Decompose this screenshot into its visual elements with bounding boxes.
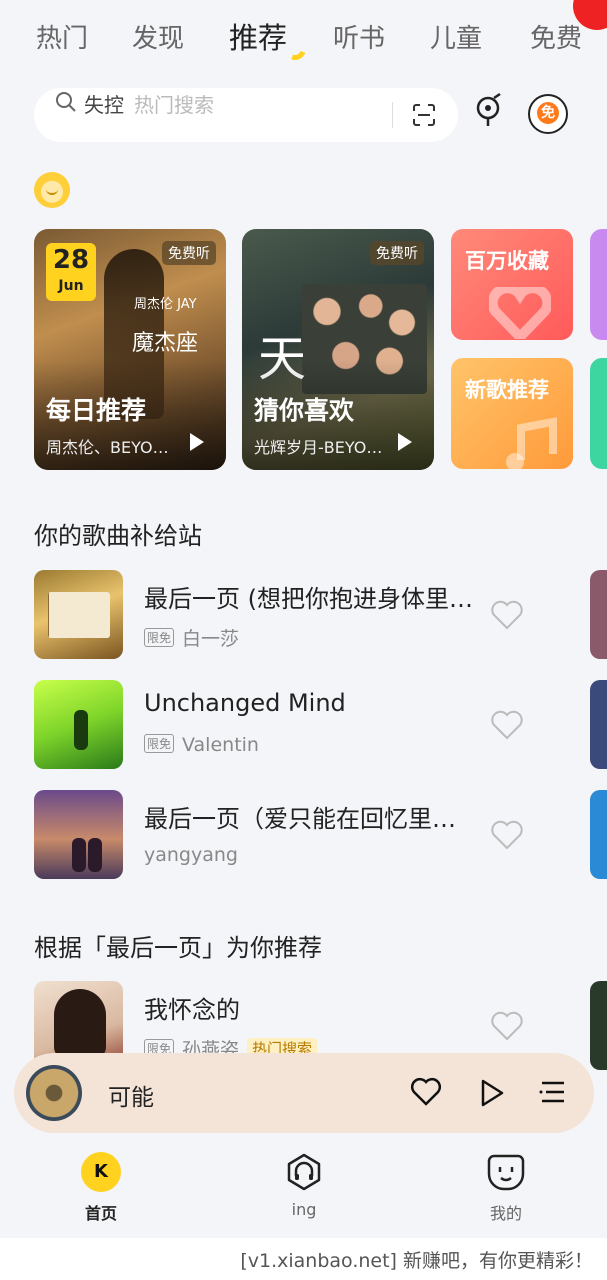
music-note-icon <box>506 417 557 469</box>
mini-card-label: 新歌推荐 <box>465 378 549 402</box>
next-column-peek <box>590 790 607 879</box>
section-title: 你的歌曲补给站 <box>34 522 202 550</box>
song-name: 最后一页（爱只能在回忆里完整） <box>144 805 474 833</box>
card-subtitle: 光辉岁月-BEYOND <box>254 438 384 457</box>
tab-hot[interactable]: 热门 <box>36 18 88 55</box>
search-placeholder: 热门搜索 <box>134 93 214 117</box>
tab-free[interactable]: 免费 <box>530 18 582 55</box>
tab-kids[interactable]: 儿童 <box>430 18 482 55</box>
like-heart-icon[interactable] <box>490 600 524 630</box>
section-title: 根据「最后一页」为你推荐 <box>34 934 322 962</box>
nav-label: 首页 <box>84 1204 117 1223</box>
voice-search-icon[interactable] <box>470 92 506 132</box>
playlist-icon[interactable] <box>538 1079 566 1105</box>
home-logo-icon <box>81 1152 121 1192</box>
search-icon <box>56 92 76 112</box>
tab-audiobook[interactable]: 听书 <box>333 18 385 55</box>
watermark-footer: [v1.xianbao.net] 新赚吧，有你更精彩！ <box>0 1238 607 1280</box>
song-row[interactable]: Unchanged Mind 限免 Valentin <box>34 680 607 770</box>
new-songs-card[interactable]: 新歌推荐 <box>451 358 573 469</box>
nav-home[interactable]: 首页 <box>61 1152 141 1224</box>
play-icon[interactable] <box>398 433 412 451</box>
profile-face-icon <box>487 1154 525 1191</box>
card-title: 猜你喜欢 <box>254 396 355 425</box>
like-heart-icon[interactable] <box>490 1011 524 1041</box>
free-mode-button[interactable]: 免 <box>528 94 568 134</box>
scan-icon[interactable] <box>412 103 436 127</box>
daily-recommend-card[interactable]: 28 Jun 周杰伦 JAY 魔杰座 免费听 每日推荐 周杰伦、BEYOND <box>34 229 226 470</box>
nav-ing[interactable]: ing <box>264 1152 344 1219</box>
guess-you-like-card[interactable]: 天 免费听 猜你喜欢 光辉岁月-BEYOND <box>242 229 434 470</box>
song-meta: 限免 白一莎 <box>144 624 239 651</box>
headphones-icon <box>287 1153 321 1191</box>
date-badge: 28 Jun <box>46 243 96 301</box>
like-heart-icon[interactable] <box>490 820 524 850</box>
song-row[interactable]: 最后一页（爱只能在回忆里完整） yangyang <box>34 790 607 880</box>
search-divider <box>392 102 393 128</box>
free-listen-tag: 免费听 <box>370 241 424 265</box>
like-heart-icon[interactable] <box>410 1077 442 1107</box>
song-cover <box>34 790 123 879</box>
date-month: Jun <box>58 278 84 294</box>
song-name: Unchanged Mind <box>144 689 346 717</box>
date-day: 28 <box>52 245 90 275</box>
song-artist: Valentin <box>182 734 259 756</box>
tab-recommend[interactable]: 推荐 <box>229 15 287 57</box>
limited-free-badge: 限免 <box>144 628 175 647</box>
free-mode-label: 免 <box>537 102 559 124</box>
song-name: 最后一页 (想把你抱进身体里面) <box>144 585 474 613</box>
song-meta: yangyang <box>144 844 238 866</box>
next-card-peek[interactable] <box>590 229 607 340</box>
next-column-peek <box>590 570 607 659</box>
watermark-text: [v1.xianbao.net] 新赚吧，有你更精彩！ <box>240 1250 593 1272</box>
song-name: 我怀念的 <box>144 996 240 1024</box>
limited-free-badge: 限免 <box>144 734 175 753</box>
search-bar[interactable]: 失控 热门搜索 <box>34 88 458 142</box>
song-row[interactable]: 最后一页 (想把你抱进身体里面) 限免 白一莎 <box>34 570 607 660</box>
cover-artist-text: 周杰伦 JAY <box>134 297 197 312</box>
song-artist: 白一莎 <box>182 628 240 650</box>
tab-discover[interactable]: 发现 <box>132 18 184 55</box>
million-favorites-card[interactable]: 百万收藏 <box>451 229 573 340</box>
song-artist: yangyang <box>144 844 238 866</box>
like-heart-icon[interactable] <box>490 710 524 740</box>
heart-icon <box>489 287 551 339</box>
search-keyword: 失控 <box>84 93 124 117</box>
next-card-peek[interactable] <box>590 358 607 469</box>
now-playing-title: 可能 <box>108 1085 154 1111</box>
play-icon[interactable] <box>480 1079 504 1107</box>
song-cover <box>34 570 123 659</box>
next-column-peek <box>590 981 607 1070</box>
card-title: 每日推荐 <box>46 396 147 425</box>
mascot-avatar-icon[interactable] <box>34 172 70 208</box>
bottom-nav: 首页 ing 我的 <box>0 1140 607 1236</box>
nav-label: ing <box>291 1200 317 1219</box>
free-listen-tag: 免费听 <box>162 241 216 265</box>
mini-card-label: 百万收藏 <box>465 249 549 273</box>
nav-label: 我的 <box>489 1204 522 1223</box>
cover-album-text: 魔杰座 <box>132 331 199 356</box>
top-tab-bar: 热门 发现 推荐 听书 儿童 免费 <box>0 0 607 72</box>
mini-player[interactable]: 可能 <box>14 1053 594 1133</box>
next-column-peek <box>590 680 607 769</box>
card-subtitle: 周杰伦、BEYOND <box>46 438 176 457</box>
play-icon[interactable] <box>190 433 204 451</box>
song-cover <box>34 680 123 769</box>
now-playing-cover[interactable] <box>26 1065 82 1121</box>
song-meta: 限免 Valentin <box>144 734 259 756</box>
nav-mine[interactable]: 我的 <box>466 1152 546 1224</box>
